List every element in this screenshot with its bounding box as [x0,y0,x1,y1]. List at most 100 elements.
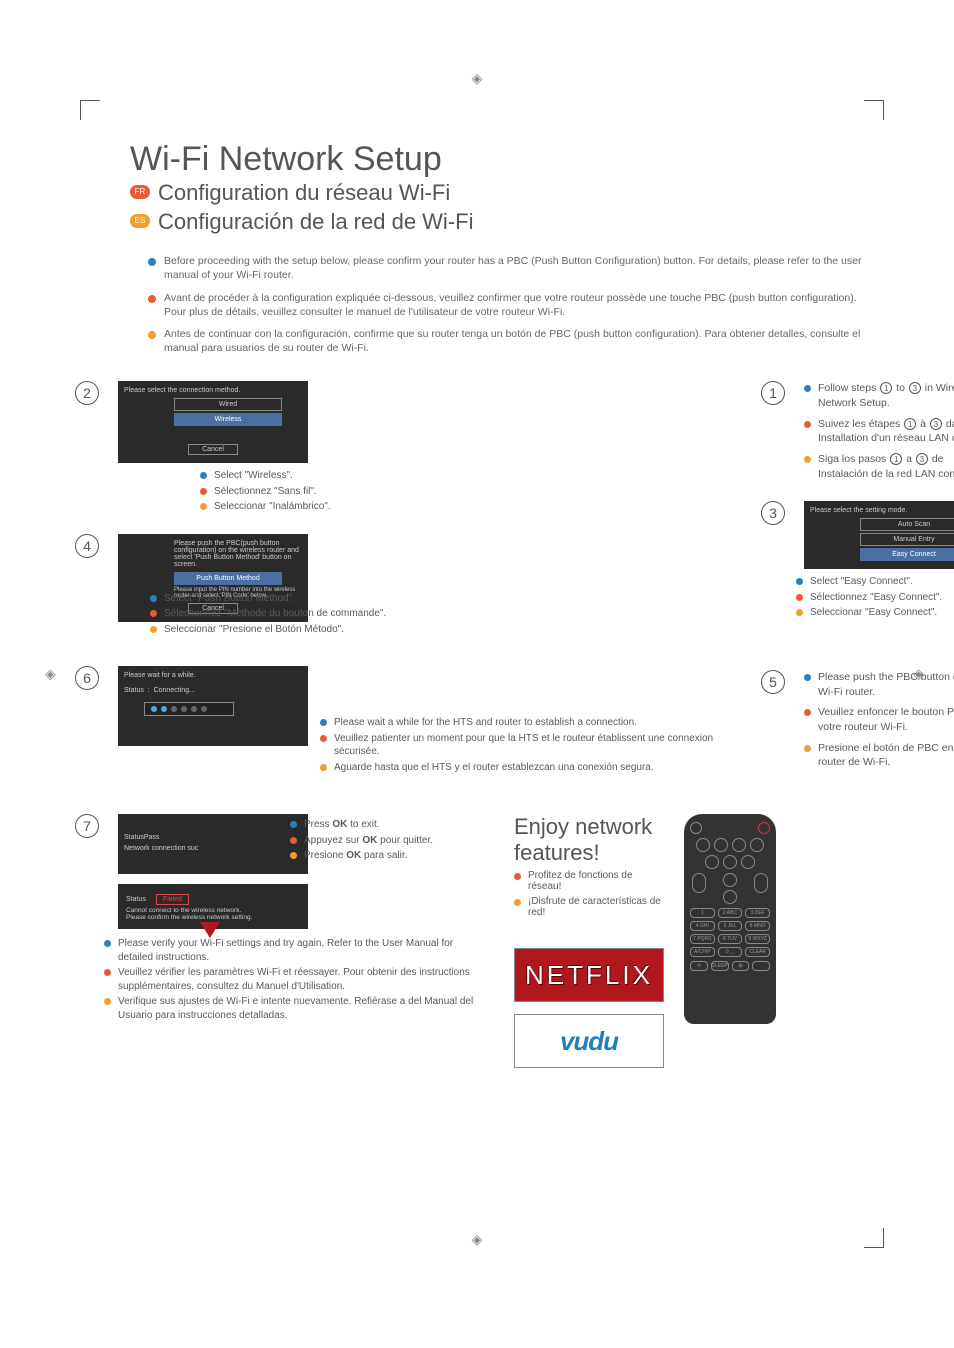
step4-fr: Sélectionnez "Méthode du bouton de comma… [164,608,386,619]
key: 1 [690,908,715,918]
enjoy-es: ¡Disfrute de características de red! [528,896,661,918]
step7-en: Press OK to exit. [304,819,380,830]
key: A/CH/P [690,947,715,957]
step-5: 5 Please push the PBC button on your Wi-… [796,670,954,770]
eject-icon [690,822,702,834]
bullet-fr-icon [796,594,803,601]
mute-icon [723,873,737,887]
option-push-button-method[interactable]: Push Button Method [174,572,282,585]
fail-msg: Cannot connect to the wireless network. [126,907,300,914]
bullet-en-icon [796,578,803,585]
screen-connection-method: Please select the connection method. Wir… [118,381,308,463]
step5-es: Presione el botón de PBC en su router de… [818,742,954,769]
bullet-en-icon [104,940,111,947]
step2-fr: Sélectionnez "Sans fil". [214,486,317,497]
keypad: 1 2 ABC 3 DEF 4 GHI 5 JKL 6 MNO 7 PQRS 8… [690,908,770,957]
status-label: Status [124,687,144,694]
step4-en: Select "Push Button Method". [164,593,295,604]
crop-mark-icon: ◈ [472,70,483,87]
remote-control-illustration: 1 2 ABC 3 DEF 4 GHI 5 JKL 6 MNO 7 PQRS 8… [684,814,776,1024]
key: 3 DEF [745,908,770,918]
key: 4 GHI [690,921,715,931]
intro-es: Antes de continuar con la configuración,… [164,328,860,354]
bullet-en-icon [200,472,207,479]
pass-badge: Pass [144,834,160,841]
bullet-en-icon [148,258,156,266]
bullet-fr-icon [148,295,156,303]
step5-fr: Veuillez enfoncer le bouton PBC sur votr… [818,706,954,733]
step2-es: Seleccionar "Inalámbrico". [214,501,331,512]
step6-fr: Veuillez patienter un moment pour que la… [334,733,713,758]
forward-icon [741,855,755,869]
status-value: Connecting... [154,687,195,694]
bullet-en-icon [150,595,157,602]
step2-en: Select "Wireless". [214,470,293,481]
bullet-en-icon [320,719,327,726]
option-wireless[interactable]: Wireless [174,413,282,426]
sleep-button: SLEEP [711,961,729,971]
crop-mark-icon: ◈ [45,666,56,683]
key: 7 PQRS [690,934,715,944]
verify-fr: Veuillez vérifier les paramètres Wi-Fi e… [118,967,470,992]
step1-en: Follow steps 1 to 3 in Wired LAN Network… [818,382,954,409]
key: 0 _, [718,947,743,957]
play-icon [714,838,728,852]
option-easy-connect[interactable]: Easy Connect [860,548,954,561]
bullet-fr-icon [514,873,521,880]
bullet-es-icon [104,998,111,1005]
bullet-fr-icon [804,421,811,428]
step6-en: Please wait a while for the HTS and rout… [334,717,637,728]
option-auto-scan[interactable]: Auto Scan [860,518,954,531]
step-3: 3 Please select the setting mode. Auto S… [796,501,954,620]
status-label: Status [124,834,144,841]
bullet-en-icon [290,821,297,828]
screen-connecting: Please wait for a while. Status : Connec… [118,666,308,746]
key: 9 WXYZ [745,934,770,944]
bullet-en-icon [804,674,811,681]
bullet-es-icon [804,456,811,463]
intro-block: Before proceeding with the setup below, … [148,254,864,355]
bullet-fr-icon [290,837,297,844]
bullet-fr-icon [804,709,811,716]
option-manual-entry[interactable]: Manual Entry [860,533,954,546]
lang-tag-fr: FR [130,185,150,199]
bullet-es-icon [514,899,521,906]
status-label: Status [126,896,146,903]
channel-rocker [754,873,768,893]
screen-pass: StatusPass Network connection suc [118,814,308,874]
lang-tag-es: ES [130,214,150,228]
bullet-fr-icon [200,488,207,495]
cancel-button[interactable]: Cancel [188,444,238,455]
bullet-es-icon [150,626,157,633]
extra-button [752,961,770,971]
bullet-fr-icon [150,610,157,617]
step1-es: Siga los pasos 1 a 3 de Instalación de l… [818,453,954,480]
step5-en: Please push the PBC button on your Wi-Fi… [818,671,954,698]
bullet-fr-icon [104,969,111,976]
step1-fr: Suivez les étapes 1 à 3 dans Installatio… [818,418,954,445]
subtitle-fr: FR Configuration du réseau Wi-Fi [158,179,864,208]
pause-icon [732,838,746,852]
key: CLEAR [745,947,770,957]
next-icon [750,838,764,852]
enjoy-fr: Profitez de fonctions de réseau! [528,870,633,892]
grid-button: ⊞ [732,961,750,971]
prev-icon [696,838,710,852]
option-wired[interactable]: Wired [174,398,282,411]
subtitle-es: ES Configuración de la red de Wi-Fi [158,208,864,237]
bullet-es-icon [796,609,803,616]
bullet-es-icon [200,503,207,510]
step6-es: Aguarde hasta que el HTS y el router est… [334,762,654,773]
step7-fr: Appuyez sur OK pour quitter. [304,835,433,846]
bullet-es-icon [290,852,297,859]
screen-header: Please push the PBC(push button configur… [174,540,302,568]
step3-fr: Sélectionnez "Easy Connect". [810,592,942,603]
fail-msg: Please confirm the wireless network sett… [126,914,300,921]
intro-en: Before proceeding with the setup below, … [164,255,861,281]
key: 6 MNO [745,921,770,931]
verify-es: Verifique sus ajustes de Wi-Fi e intente… [118,996,473,1021]
key: 8 TUV [718,934,743,944]
step-4: 4 Please push the PBC(push button config… [110,534,776,637]
step-2: 2 Please select the connection method. W… [110,381,776,514]
screen-header: Please wait for a while. [124,672,302,679]
